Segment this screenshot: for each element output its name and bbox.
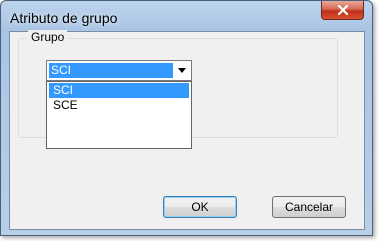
dropdown-option[interactable]: SCI [49,83,189,98]
cancel-button[interactable]: Cancelar [272,196,346,218]
close-icon [337,5,348,15]
group-label: Grupo [28,30,68,44]
combobox-selected-value: SCI [49,63,173,78]
group-dropdown-list: SCI SCE [46,81,192,149]
ok-button[interactable]: OK [163,196,237,218]
window-title: Atributo de grupo [10,10,118,26]
group-combobox[interactable]: SCI [46,60,192,81]
dropdown-option[interactable]: SCE [49,98,189,113]
close-button[interactable] [321,1,364,20]
chevron-down-icon[interactable] [178,68,186,73]
